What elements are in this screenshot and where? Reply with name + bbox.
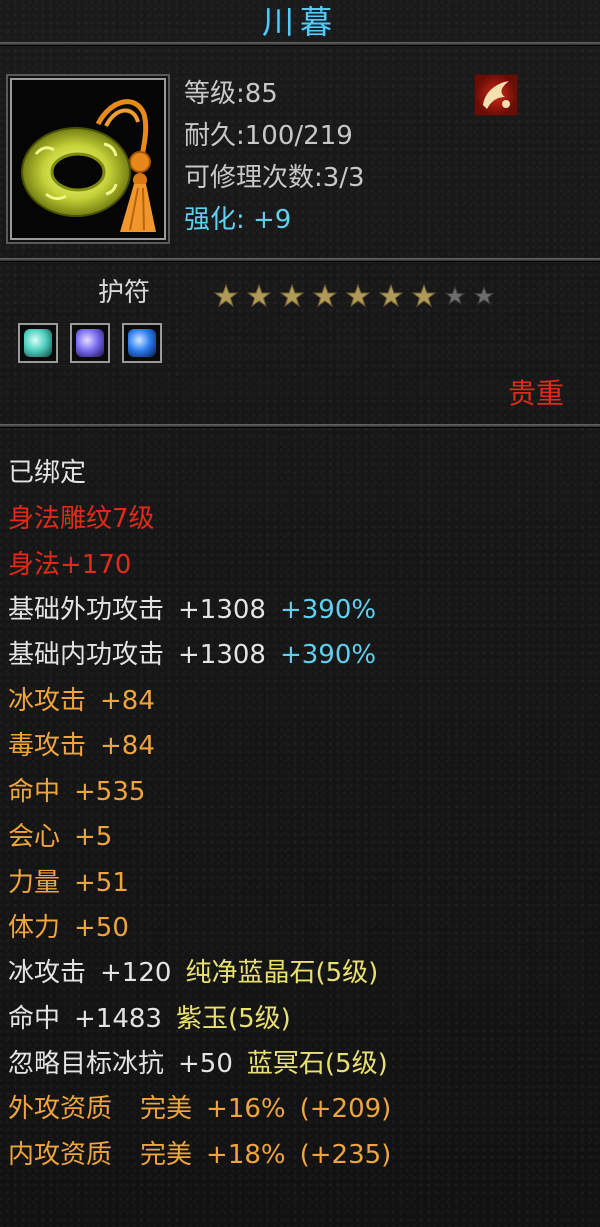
quality-label: 内攻资质 xyxy=(8,1140,113,1170)
attr-value: +84 xyxy=(100,731,155,761)
carving-level: 身法雕纹7级 xyxy=(8,504,155,534)
attr-label: 冰攻击 xyxy=(8,958,87,988)
gem-bonus-line: 冰攻击 +120 纯净蓝晶石(5级) xyxy=(8,958,378,988)
blue-gem-icon xyxy=(128,329,156,357)
quality-line: 内攻资质 完美 +18% (+235) xyxy=(8,1140,391,1170)
repair-count-text: 可修理次数:3/3 xyxy=(184,163,365,193)
star-filled-icon xyxy=(280,284,304,308)
enhance-text: 强化: +9 xyxy=(184,205,292,235)
attr-value: +51 xyxy=(74,868,129,898)
attr-label: 力量 xyxy=(8,868,61,898)
quality-grade: 完美 xyxy=(140,1140,193,1170)
attr-label: 冰攻击 xyxy=(8,686,87,716)
item-type: 护符 xyxy=(98,278,151,308)
attr-value: +535 xyxy=(74,777,146,807)
title-bar: 川暮 xyxy=(0,0,600,44)
attr-value: +50 xyxy=(178,1049,233,1079)
attr-value: +1308 xyxy=(178,595,266,625)
gem-socket[interactable] xyxy=(18,323,58,363)
star-filled-icon xyxy=(247,284,271,308)
divider xyxy=(0,258,600,262)
attr-value: +50 xyxy=(74,913,129,943)
attr-percent: +390% xyxy=(279,595,377,625)
quality-line: 外攻资质 完美 +16% (+209) xyxy=(8,1094,391,1124)
star-filled-icon xyxy=(313,284,337,308)
divider xyxy=(0,424,600,428)
ext-attack-line: 基础外功攻击 +1308 +390% xyxy=(8,595,376,625)
stamina-line: 体力 +50 xyxy=(8,913,129,943)
class-emblem-icon xyxy=(474,74,518,116)
star-filled-icon xyxy=(214,284,238,308)
level-text: 等级:85 xyxy=(184,79,278,109)
rarity-label: 贵重 xyxy=(508,377,565,410)
green-gem-icon xyxy=(24,329,52,357)
attr-value: +1308 xyxy=(178,640,266,670)
star-filled-icon xyxy=(379,284,403,308)
divider xyxy=(0,42,600,46)
star-empty-icon xyxy=(473,285,495,306)
int-attack-line: 基础内功攻击 +1308 +390% xyxy=(8,640,376,670)
hit-line: 命中 +535 xyxy=(8,777,145,807)
attr-label: 基础内功攻击 xyxy=(8,640,165,670)
durability-text: 耐久:100/219 xyxy=(184,121,353,151)
star-empty-icon xyxy=(444,285,466,306)
item-icon-frame xyxy=(6,74,170,244)
poison-attack-line: 毒攻击 +84 xyxy=(8,731,155,761)
gem-socket[interactable] xyxy=(70,323,110,363)
attr-label: 毒攻击 xyxy=(8,731,87,761)
agility-bonus: 身法+170 xyxy=(8,550,132,580)
amulet-jade-ring-icon xyxy=(21,99,156,232)
star-filled-icon xyxy=(412,284,436,308)
bound-status: 已绑定 xyxy=(8,458,87,488)
gem-socket[interactable] xyxy=(122,323,162,363)
quality-percent: +16% xyxy=(206,1094,286,1124)
item-tooltip-panel: 川暮 等级:85 耐久:100/219 可修理次数:3/3 强化: +9 护符 … xyxy=(0,0,600,1227)
quality-bonus: (+209) xyxy=(299,1094,392,1124)
attr-label: 命中 xyxy=(8,1004,61,1034)
attr-value: +5 xyxy=(74,822,113,852)
star-filled-icon xyxy=(346,284,370,308)
strength-line: 力量 +51 xyxy=(8,868,129,898)
attr-value: +1483 xyxy=(74,1004,162,1034)
attr-label: 会心 xyxy=(8,822,61,852)
gem-name: 紫玉(5级) xyxy=(175,1004,291,1034)
quality-grade: 完美 xyxy=(140,1094,193,1124)
gem-name: 蓝冥石(5级) xyxy=(246,1049,388,1079)
attr-label: 命中 xyxy=(8,777,61,807)
gem-bonus-line: 忽略目标冰抗 +50 蓝冥石(5级) xyxy=(8,1049,388,1079)
quality-percent: +18% xyxy=(206,1140,286,1170)
attr-label: 基础外功攻击 xyxy=(8,595,165,625)
attr-value: +120 xyxy=(100,958,172,988)
item-name: 川暮 xyxy=(261,3,338,41)
attr-label: 体力 xyxy=(8,913,61,943)
quality-label: 外攻资质 xyxy=(8,1094,113,1124)
gem-name: 纯净蓝晶石(5级) xyxy=(185,958,379,988)
ice-attack-line: 冰攻击 +84 xyxy=(8,686,155,716)
quality-bonus: (+235) xyxy=(299,1140,392,1170)
crit-line: 会心 +5 xyxy=(8,822,112,852)
gem-bonus-line: 命中 +1483 紫玉(5级) xyxy=(8,1004,291,1034)
attr-value: +84 xyxy=(100,686,155,716)
attr-label: 忽略目标冰抗 xyxy=(8,1049,165,1079)
purple-gem-icon xyxy=(76,329,104,357)
attr-percent: +390% xyxy=(279,640,377,670)
